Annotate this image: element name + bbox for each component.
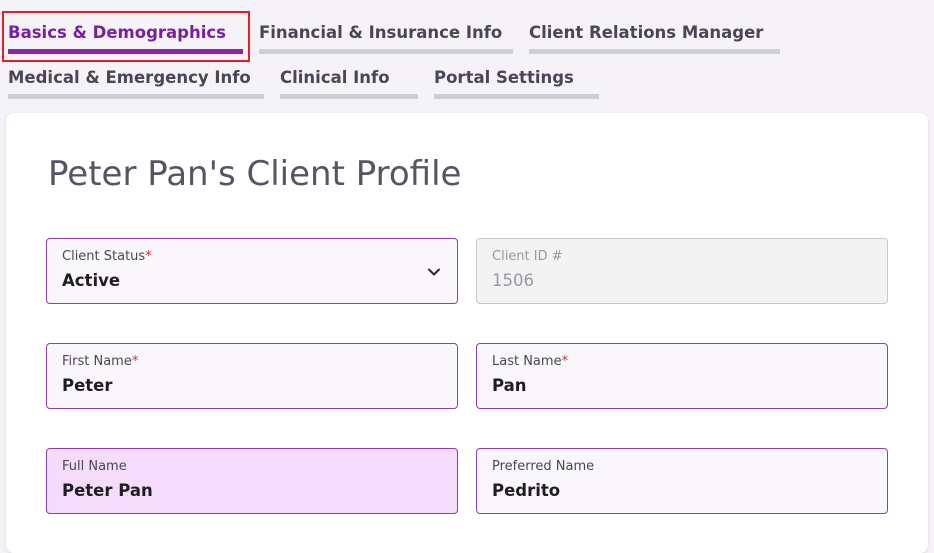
- client-status-value: Active: [62, 271, 121, 290]
- full-name-label: Full Name: [62, 459, 127, 474]
- tab-portal-settings[interactable]: Portal Settings: [434, 68, 599, 99]
- preferred-name-field[interactable]: Preferred Name Pedrito: [476, 448, 888, 514]
- tab-clinical-info[interactable]: Clinical Info: [280, 68, 418, 99]
- tab-financial-insurance-info[interactable]: Financial & Insurance Info: [259, 23, 513, 54]
- first-name-label: First Name*: [62, 354, 139, 369]
- client-id-field: Client ID # 1506: [476, 238, 888, 304]
- page-title: Peter Pan's Client Profile: [48, 154, 462, 194]
- last-name-label: Last Name*: [492, 354, 569, 369]
- preferred-name-label: Preferred Name: [492, 459, 595, 474]
- tab-medical-emergency-info[interactable]: Medical & Emergency Info: [8, 68, 264, 99]
- full-name-value: Peter Pan: [62, 481, 153, 500]
- full-name-field[interactable]: Full Name Peter Pan: [46, 448, 458, 514]
- last-name-value: Pan: [492, 376, 527, 395]
- tab-client-relations-manager[interactable]: Client Relations Manager: [529, 23, 780, 54]
- chevron-down-icon[interactable]: [427, 265, 441, 279]
- preferred-name-value: Pedrito: [492, 481, 561, 500]
- tab-basics-demographics[interactable]: Basics & Demographics: [8, 23, 243, 54]
- last-name-field[interactable]: Last Name* Pan: [476, 343, 888, 409]
- first-name-field[interactable]: First Name* Peter: [46, 343, 458, 409]
- first-name-value: Peter: [62, 376, 113, 395]
- client-id-value: 1506: [492, 271, 534, 290]
- client-id-label: Client ID #: [492, 249, 563, 264]
- client-status-select[interactable]: Client Status* Active: [46, 238, 458, 304]
- client-status-label: Client Status*: [62, 249, 152, 264]
